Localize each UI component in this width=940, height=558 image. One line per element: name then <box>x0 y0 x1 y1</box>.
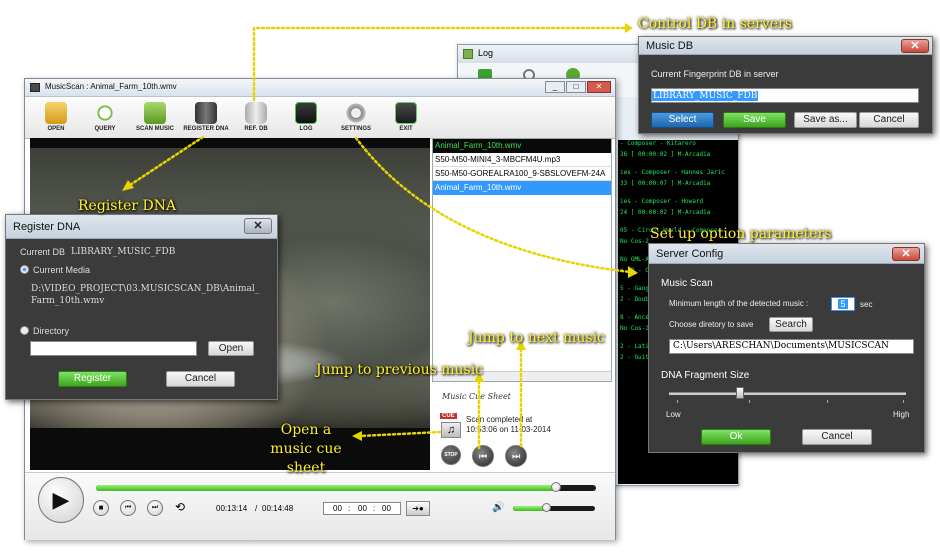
arrow-settings <box>354 136 632 274</box>
arrowhead <box>628 266 638 278</box>
arrowhead <box>625 23 633 33</box>
arrow-register-dna <box>128 135 205 187</box>
callout-jump-prev: Jump to previous music <box>316 362 484 378</box>
arrowhead <box>122 180 134 191</box>
arrow-control-db <box>252 26 627 102</box>
callout-control-db: Control DB in servers <box>638 16 792 32</box>
callout-jump-next: Jump to next music <box>468 330 605 346</box>
arrowhead <box>352 431 362 441</box>
callout-setup-options: Set up option parameters <box>650 226 832 242</box>
callout-open-cue: Open a music cue sheet <box>270 422 342 476</box>
arrow-cue <box>358 430 442 438</box>
callout-register-dna: Register DNA <box>78 198 177 214</box>
callout-arrows <box>122 23 638 450</box>
